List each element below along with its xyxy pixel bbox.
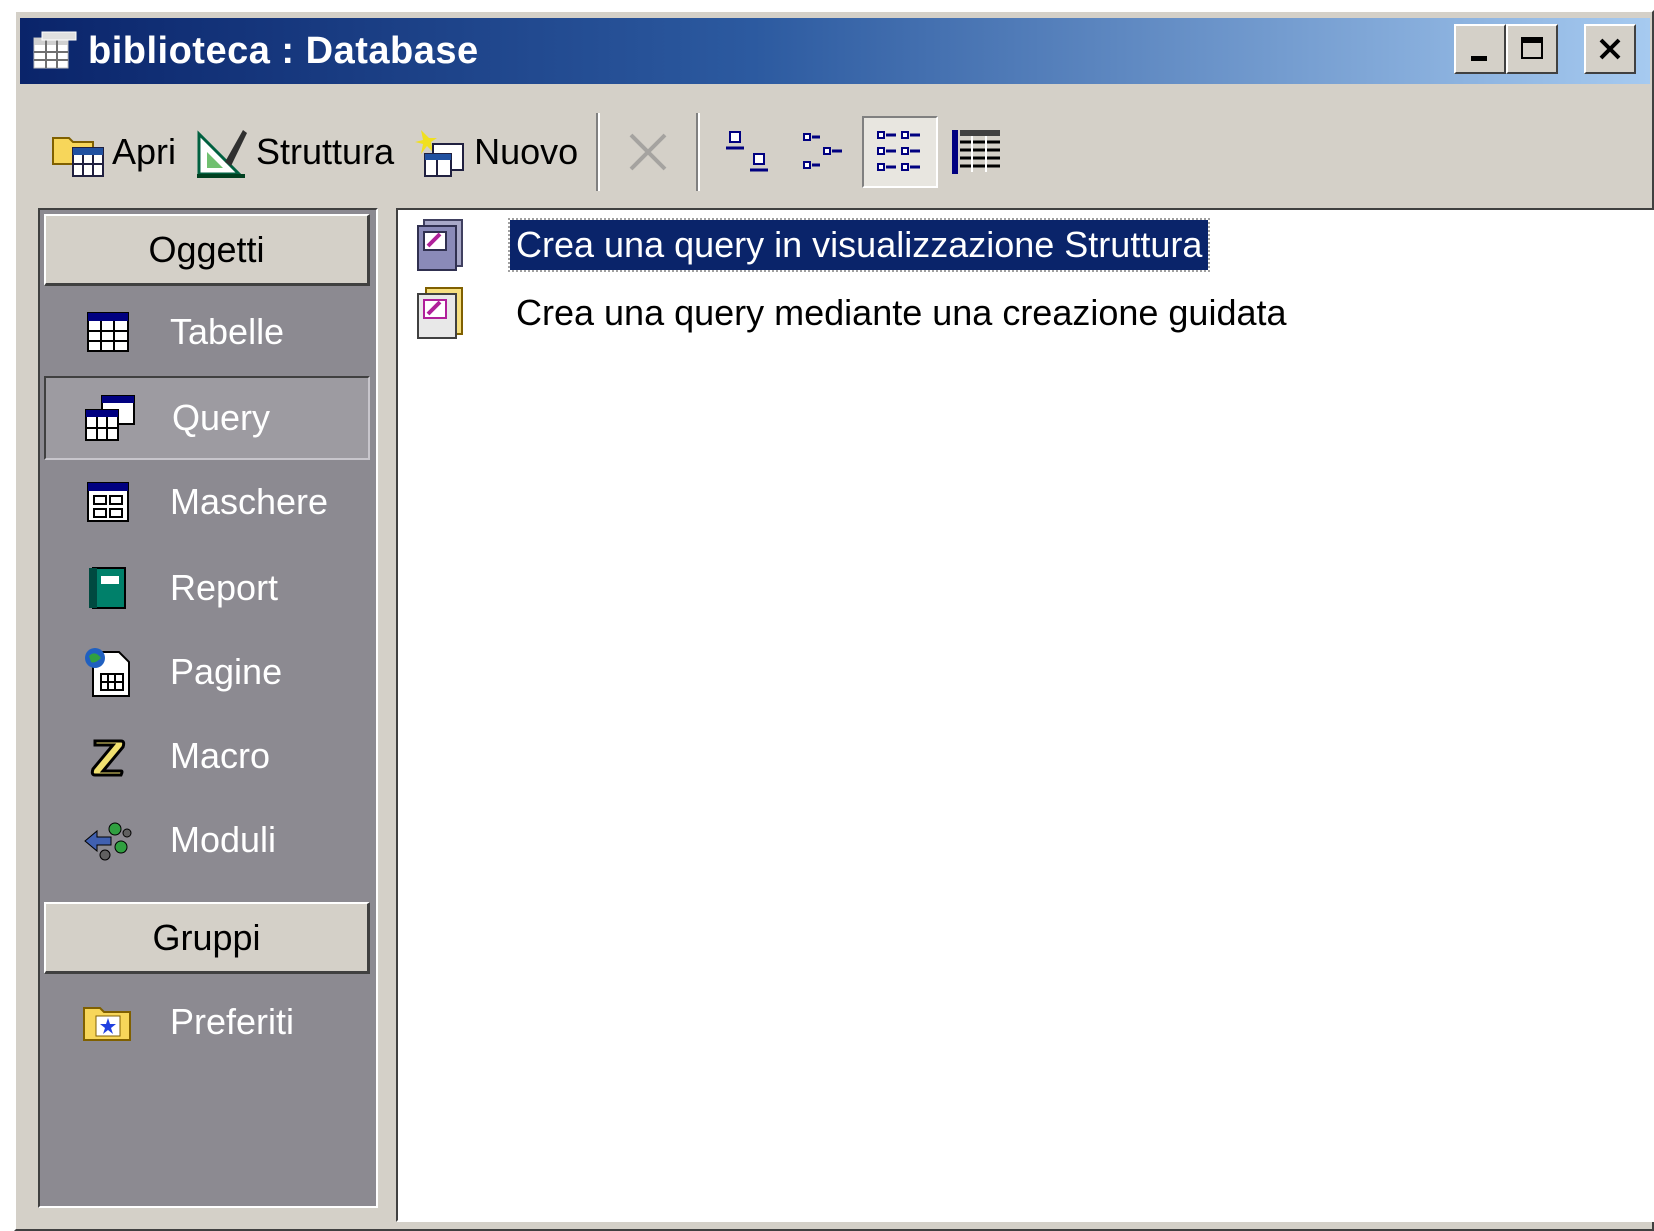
- list-item[interactable]: Crea una query mediante una creazione gu…: [412, 282, 1293, 344]
- wizard-query-icon: [412, 284, 468, 342]
- small-icons-icon: [803, 133, 843, 169]
- list-item-label: Crea una query in visualizzazione Strutt…: [507, 218, 1211, 272]
- toolbar: Apri Struttura Nuovo: [40, 106, 1640, 198]
- database-window: biblioteca : Database Apri Struttura Nuo…: [14, 10, 1654, 1231]
- minimize-icon: [1471, 56, 1487, 61]
- object-modules-label: Moduli: [170, 819, 277, 860]
- group-favorites-label: Preferiti: [170, 1001, 295, 1042]
- toolbar-separator: [596, 113, 601, 191]
- object-forms-label: Maschere: [170, 481, 329, 522]
- object-forms[interactable]: Maschere: [44, 460, 370, 544]
- object-queries-label: Query: [172, 397, 271, 438]
- macro-icon: [80, 728, 136, 784]
- details-view-icon: [952, 130, 1001, 174]
- open-label: Apri: [112, 131, 177, 172]
- objects-header-button[interactable]: Oggetti: [44, 214, 370, 286]
- object-pages-label: Pagine: [170, 651, 283, 692]
- form-icon: [80, 474, 136, 530]
- object-modules[interactable]: Moduli: [44, 798, 370, 882]
- table-icon: [80, 304, 136, 360]
- design-button[interactable]: Struttura: [184, 116, 402, 188]
- list-view-icon: [877, 131, 921, 171]
- object-pages[interactable]: Pagine: [44, 630, 370, 714]
- new-button[interactable]: Nuovo: [402, 116, 586, 188]
- new-label: Nuovo: [474, 131, 579, 172]
- open-button[interactable]: Apri: [40, 116, 184, 188]
- object-tables-label: Tabelle: [170, 311, 285, 352]
- group-favorites[interactable]: Preferiti: [44, 980, 370, 1064]
- object-macros-label: Macro: [170, 735, 271, 776]
- design-query-icon: [412, 216, 468, 274]
- objects-bar: Oggetti Tabelle Query Maschere Report Pa…: [38, 208, 378, 1208]
- maximize-button[interactable]: [1506, 24, 1558, 74]
- object-list: Crea una query in visualizzazione Strutt…: [396, 208, 1654, 1222]
- list-view-button[interactable]: [862, 116, 939, 188]
- favorites-folder-icon: [80, 994, 136, 1050]
- large-icons-button[interactable]: [710, 116, 786, 188]
- object-reports[interactable]: Report: [44, 546, 370, 630]
- design-label: Struttura: [256, 131, 395, 172]
- close-button[interactable]: [1584, 24, 1636, 74]
- object-reports-label: Report: [170, 567, 279, 608]
- close-icon: [1599, 38, 1621, 60]
- object-macros[interactable]: Macro: [44, 714, 370, 798]
- minimize-button[interactable]: [1454, 24, 1506, 74]
- page-icon: [80, 644, 136, 700]
- groups-header-button[interactable]: Gruppi: [44, 902, 370, 974]
- module-icon: [80, 812, 136, 868]
- report-icon: [80, 560, 136, 616]
- large-icons-icon: [726, 131, 769, 172]
- database-icon: [30, 26, 80, 76]
- details-view-button[interactable]: [938, 116, 1014, 188]
- title-bar[interactable]: biblioteca : Database: [20, 18, 1650, 84]
- list-item[interactable]: Crea una query in visualizzazione Strutt…: [412, 214, 1211, 276]
- list-item-label: Crea una query mediante una creazione gu…: [516, 292, 1287, 333]
- design-icon: [192, 122, 252, 182]
- object-queries[interactable]: Query: [44, 376, 370, 460]
- object-tables[interactable]: Tabelle: [44, 290, 370, 374]
- query-icon: [82, 390, 138, 446]
- new-icon: [410, 122, 470, 182]
- window-title: biblioteca : Database: [88, 29, 479, 72]
- delete-icon: [629, 133, 667, 171]
- maximize-icon: [1521, 37, 1543, 59]
- toolbar-separator: [696, 113, 701, 191]
- small-icons-button[interactable]: [786, 116, 862, 188]
- delete-button[interactable]: [610, 116, 686, 188]
- open-icon: [48, 122, 108, 182]
